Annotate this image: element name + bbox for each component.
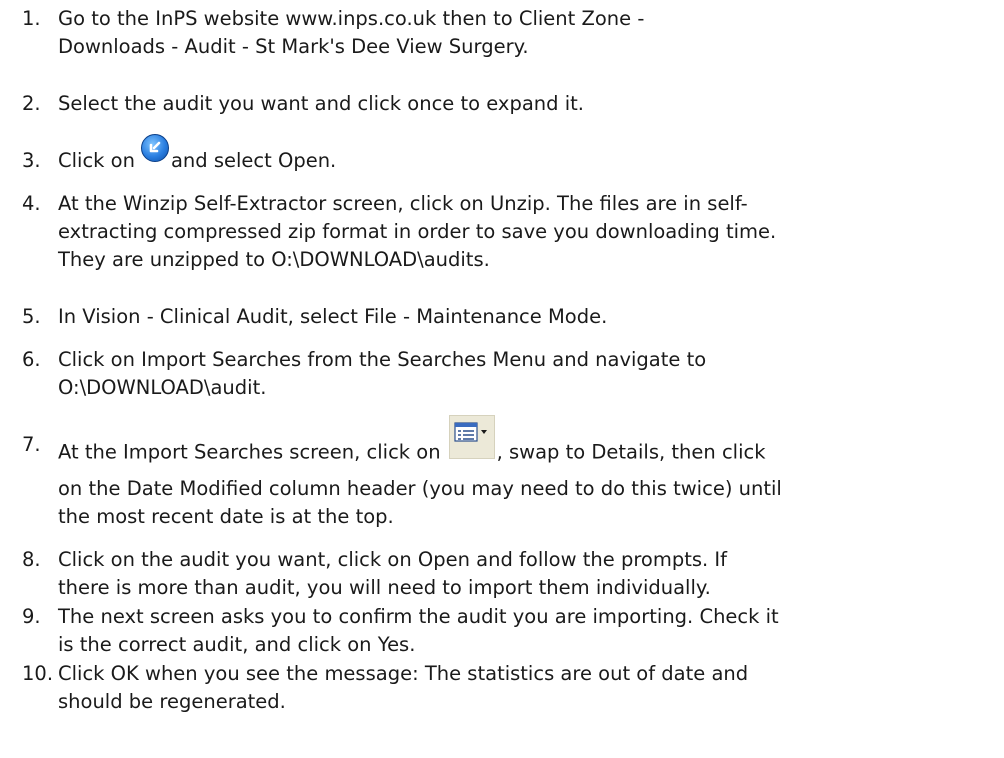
step-line: there is more than audit, you will need …	[58, 576, 711, 599]
instruction-list: 1. Go to the InPS website www.inps.co.uk…	[0, 0, 1004, 758]
step-text: Select the audit you want and click once…	[58, 90, 958, 118]
step-line: Go to the InPS website www.inps.co.uk th…	[58, 7, 645, 30]
step-text-after-icon: and select Open.	[170, 149, 337, 172]
download-round-icon	[140, 133, 169, 162]
step-line: Click on Import Searches from the Search…	[58, 348, 707, 371]
step-line: should be regenerated.	[58, 690, 286, 713]
step-number: 5.	[22, 305, 41, 328]
step-line: They are unzipped to O:\DOWNLOAD\audits.	[58, 248, 490, 271]
step-number: 3.	[22, 149, 41, 172]
step-number: 6.	[22, 348, 41, 371]
step-line: extracting compressed zip format in orde…	[58, 220, 777, 243]
view-menu-icon	[448, 415, 495, 459]
step-text: In Vision - Clinical Audit, select File …	[58, 303, 958, 331]
step-text-after-icon: , swap to Details, then click	[496, 440, 766, 464]
step-number: 8.	[22, 548, 41, 571]
step-text: Click on the audit you want, click on Op…	[58, 546, 958, 602]
step-line: O:\DOWNLOAD\audit.	[58, 376, 267, 399]
step-line: In Vision - Clinical Audit, select File …	[58, 305, 608, 328]
step-line: Click OK when you see the message: The s…	[58, 662, 749, 685]
step-line: The next screen asks you to confirm the …	[58, 605, 779, 628]
step-text: At the Import Searches screen, click on,…	[58, 415, 958, 531]
step-line: At the Winzip Self-Extractor screen, cli…	[58, 192, 748, 215]
step-number: 2.	[22, 92, 41, 115]
step-number: 7.	[22, 433, 41, 456]
step-line: Click on and select Open.	[58, 133, 958, 176]
step-line: Downloads - Audit - St Mark's Dee View S…	[58, 35, 529, 58]
step-number: 10.	[22, 662, 54, 685]
step-text-before-icon: At the Import Searches screen, click on	[58, 440, 441, 464]
step-text: The next screen asks you to confirm the …	[58, 603, 958, 659]
step-line: is the correct audit, and click on Yes.	[58, 633, 416, 656]
step-line: Select the audit you want and click once…	[58, 92, 584, 115]
step-line: the most recent date is at the top.	[58, 505, 394, 528]
step-number: 9.	[22, 605, 41, 628]
step-text: At the Winzip Self-Extractor screen, cli…	[58, 190, 958, 274]
step-line: Click on the audit you want, click on Op…	[58, 548, 728, 571]
step-number: 1.	[22, 7, 41, 30]
step-text: Go to the InPS website www.inps.co.uk th…	[58, 5, 958, 61]
step-text-before-icon: Click on	[58, 149, 135, 172]
step-number: 4.	[22, 192, 41, 215]
step-text: Click OK when you see the message: The s…	[58, 660, 958, 716]
step-text: Click on and select Open.	[58, 133, 958, 176]
step-line: At the Import Searches screen, click on,…	[58, 415, 958, 475]
step-text: Click on Import Searches from the Search…	[58, 346, 958, 402]
step-line: on the Date Modified column header (you …	[58, 477, 782, 500]
